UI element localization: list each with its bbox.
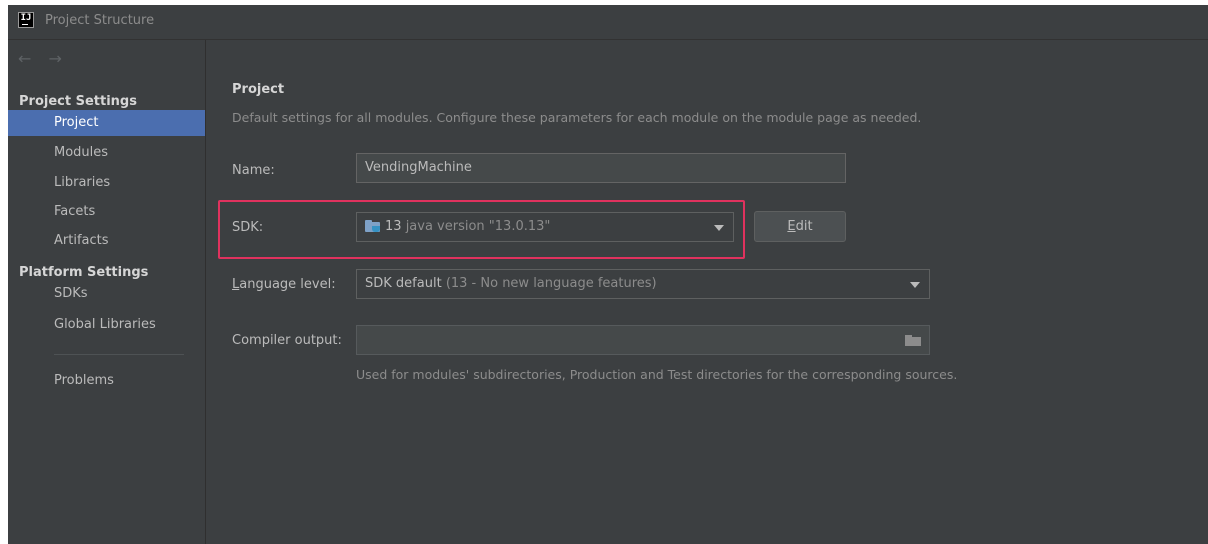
- edit-mnemonic: E: [787, 219, 796, 234]
- title-bar: IJ Project Structure: [8, 5, 1208, 40]
- language-level-label: Language level:: [232, 277, 336, 292]
- page-description: Default settings for all modules. Config…: [232, 110, 922, 125]
- sidebar-item-modules[interactable]: Modules: [8, 140, 205, 166]
- sidebar-item-facets[interactable]: Facets: [8, 199, 205, 225]
- sidebar-item-project[interactable]: Project: [8, 110, 205, 136]
- sidebar-separator: [54, 354, 184, 355]
- name-label: Name:: [232, 163, 275, 178]
- language-level-detail: (13 - No new language features): [445, 276, 657, 291]
- platform-settings-header: Platform Settings: [19, 265, 149, 280]
- sdk-label: SDK:: [232, 220, 264, 235]
- intellij-logo-icon: IJ: [18, 12, 34, 28]
- sdk-version: 13: [385, 219, 402, 234]
- sdk-dropdown[interactable]: 13 java version "13.0.13": [356, 212, 734, 242]
- sidebar-item-global-libraries[interactable]: Global Libraries: [8, 312, 205, 338]
- navigation-arrows: ← →: [18, 49, 68, 68]
- sidebar-item-sdks[interactable]: SDKs: [8, 281, 205, 307]
- sidebar-item-artifacts[interactable]: Artifacts: [8, 228, 205, 254]
- compiler-output-field[interactable]: [356, 325, 930, 355]
- sidebar: ← → Project Settings Project Modules Lib…: [8, 40, 206, 544]
- forward-arrow-icon[interactable]: →: [49, 49, 68, 68]
- back-arrow-icon[interactable]: ←: [18, 49, 37, 68]
- compiler-output-hint: Used for modules' subdirectories, Produc…: [356, 367, 958, 382]
- language-level-label-rest: anguage level:: [239, 277, 336, 292]
- page-title: Project: [232, 82, 285, 97]
- compiler-output-label: Compiler output:: [232, 333, 342, 348]
- language-level-dropdown[interactable]: SDK default (13 - No new language featur…: [356, 269, 930, 299]
- edit-label-rest: dit: [795, 219, 813, 234]
- jdk-folder-icon: [365, 220, 381, 232]
- chevron-down-icon: [714, 225, 724, 231]
- project-settings-panel: Project Default settings for all modules…: [206, 40, 1208, 544]
- sidebar-item-problems[interactable]: Problems: [8, 368, 205, 394]
- language-level-value: SDK default: [365, 276, 442, 291]
- project-settings-header: Project Settings: [19, 94, 137, 109]
- chevron-down-icon: [910, 282, 920, 288]
- sidebar-item-libraries[interactable]: Libraries: [8, 170, 205, 196]
- project-name-field[interactable]: VendingMachine: [356, 153, 846, 183]
- edit-sdk-button[interactable]: Edit: [754, 211, 846, 242]
- window-title: Project Structure: [45, 13, 155, 28]
- folder-icon[interactable]: [905, 335, 921, 346]
- project-structure-window: IJ Project Structure ← → Project Setting…: [8, 5, 1208, 544]
- sdk-java-version: java version "13.0.13": [405, 219, 551, 234]
